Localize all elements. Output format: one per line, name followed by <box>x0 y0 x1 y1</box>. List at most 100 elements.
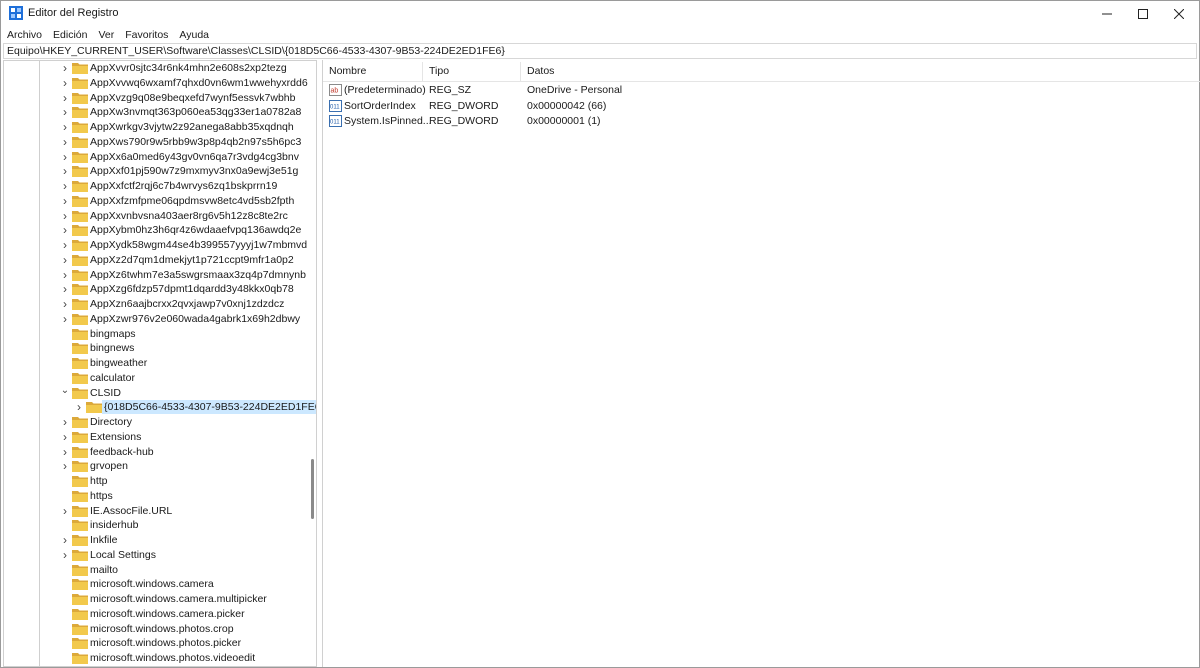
chevron-right-icon[interactable]: › <box>60 431 70 443</box>
folder-icon <box>72 299 88 310</box>
tree-item[interactable]: microsoft.windows.photos.picker <box>4 636 304 651</box>
tree-item[interactable]: › AppXxf01pj590w7z9mxmyv3nx0a9ewj3e51g <box>4 164 304 179</box>
chevron-right-icon[interactable]: › <box>60 269 70 281</box>
menu-ayuda[interactable]: Ayuda <box>179 29 209 41</box>
tree-item[interactable]: › AppXws790r9w5rbb9w3p8p4qb2n97s5h6pc3 <box>4 135 304 150</box>
tree-item[interactable]: bingnews <box>4 341 304 356</box>
tree-item[interactable]: › grvopen <box>4 459 304 474</box>
tree-item[interactable]: › {018D5C66-4533-4307-9B53-224DE2ED1FE6} <box>4 400 316 415</box>
folder-icon <box>72 431 88 443</box>
tree-item-label: microsoft.windows.photos.picker <box>90 637 242 650</box>
tree-item[interactable]: microsoft.windows.camera.picker <box>4 607 304 622</box>
tree-item[interactable]: › Inkfile <box>4 533 304 548</box>
folder-icon <box>72 343 88 355</box>
tree-item-label: AppXvvr0sjtc34r6nk4mhn2e608s2xp2tezg <box>90 62 287 74</box>
chevron-right-icon[interactable]: › <box>60 121 70 133</box>
tree-item[interactable]: › AppXz6twhm7e3a5swgrsmaax3zq4p7dmnynb <box>4 268 306 283</box>
chevron-right-icon[interactable]: › <box>60 106 70 118</box>
address-bar[interactable]: Equipo\HKEY_CURRENT_USER\Software\Classe… <box>3 43 1197 59</box>
column-separator[interactable] <box>422 62 423 82</box>
tree-item[interactable]: › feedback-hub <box>4 445 304 460</box>
column-data[interactable]: Datos <box>527 65 554 77</box>
tree-item[interactable]: › AppXvzg9q08e9beqxefd7wynf5essvk7wbhb <box>4 91 304 106</box>
title-bar[interactable]: Editor del Registro <box>1 1 1199 26</box>
tree-item[interactable]: › AppXxvnbvsna403aer8rg6v5h12z8c8te2rc <box>4 209 304 224</box>
close-button[interactable] <box>1156 1 1200 26</box>
tree-item[interactable]: insiderhub <box>4 518 304 533</box>
chevron-right-icon[interactable]: › <box>60 151 70 163</box>
chevron-right-icon[interactable]: › <box>60 180 70 192</box>
chevron-right-icon[interactable]: › <box>60 239 70 251</box>
tree-item[interactable]: calculator <box>4 371 304 386</box>
chevron-right-icon[interactable]: › <box>60 446 70 458</box>
tree-scrollbar[interactable] <box>311 459 314 519</box>
column-separator[interactable] <box>520 62 521 82</box>
tree-item-label: microsoft.windows.camera.multipicker <box>90 593 267 605</box>
chevron-right-icon[interactable]: › <box>60 549 70 561</box>
binary-value-icon: 011 <box>329 115 342 127</box>
chevron-right-icon[interactable]: › <box>60 165 70 177</box>
folder-icon <box>72 254 88 266</box>
key-tree-pane[interactable]: › AppXvvr0sjtc34r6nk4mhn2e608s2xp2tezg › Ap… <box>3 60 317 667</box>
tree-item[interactable]: › AppXzn6aajbcrxx2qvxjawp7v0xnj1zdzdcz <box>4 297 304 312</box>
tree-item[interactable]: › AppXvvr0sjtc34r6nk4mhn2e608s2xp2tezg <box>4 61 304 76</box>
column-name[interactable]: Nombre <box>329 65 366 77</box>
value-row[interactable]: ab (Predeterminado) REG_SZ OneDrive - Perso… <box>323 83 1200 98</box>
column-type[interactable]: Tipo <box>429 65 449 77</box>
menu-edicion[interactable]: Edición <box>53 29 87 41</box>
chevron-right-icon[interactable]: › <box>60 195 70 207</box>
tree-item[interactable]: mailto <box>4 563 304 578</box>
tree-item[interactable]: › IE.AssocFile.URL <box>4 504 304 519</box>
chevron-down-icon[interactable]: ⌄ <box>60 385 70 398</box>
chevron-right-icon[interactable]: › <box>60 534 70 546</box>
tree-item[interactable]: microsoft.windows.photos.crop <box>4 622 304 637</box>
tree-item[interactable]: › AppXx6a0med6y43gv0vn6qa7r3vdg4cg3bnv <box>4 150 304 165</box>
tree-item[interactable]: › AppXw3nvmqt363p060ea53qg33er1a0782a8 <box>4 105 304 120</box>
folder-icon <box>72 240 88 251</box>
tree-item[interactable]: › AppXzg6fdzp57dpmt1dqardd3y48kkx0qb78 <box>4 282 304 297</box>
tree-item[interactable]: › Directory <box>4 415 304 430</box>
window-title: Editor del Registro <box>28 7 119 19</box>
chevron-right-icon[interactable]: › <box>60 92 70 104</box>
tree-item[interactable]: › Extensions <box>4 430 304 445</box>
chevron-right-icon[interactable]: › <box>60 224 70 236</box>
menu-archivo[interactable]: Archivo <box>7 29 42 41</box>
tree-item-label: AppXxf01pj590w7z9mxmyv3nx0a9ewj3e51g <box>90 165 299 178</box>
chevron-right-icon[interactable]: › <box>60 298 70 310</box>
tree-item[interactable]: microsoft.windows.photos.videoedit <box>4 651 304 666</box>
chevron-right-icon[interactable]: › <box>60 254 70 266</box>
tree-item[interactable]: http <box>4 474 304 489</box>
value-type: REG_DWORD <box>429 99 499 112</box>
chevron-right-icon[interactable]: › <box>60 62 70 74</box>
tree-item[interactable]: › AppXxfzmfpme06qpdmsvw8etc4vd5sb2fpth <box>4 194 304 209</box>
tree-item[interactable]: › Local Settings <box>4 548 304 563</box>
chevron-right-icon[interactable]: › <box>60 460 70 472</box>
menu-favoritos[interactable]: Favoritos <box>125 29 168 41</box>
chevron-right-icon[interactable]: › <box>60 136 70 148</box>
value-row[interactable]: 011 SortOrderIndex REG_DWORD 0x00000042 (66… <box>323 99 1200 114</box>
tree-item[interactable]: › AppXwrkgv3vjytw2z92anega8abb35xqdnqh <box>4 120 304 135</box>
tree-item[interactable]: › AppXydk58wgm44se4b399557yyyj1w7mbmvd <box>4 238 307 253</box>
tree-item[interactable]: bingweather <box>4 356 304 371</box>
chevron-right-icon[interactable]: › <box>60 505 70 517</box>
chevron-right-icon[interactable]: › <box>60 210 70 222</box>
tree-item[interactable]: microsoft.windows.camera <box>4 577 304 592</box>
tree-item[interactable]: › AppXybm0hz3h6qr4z6wdaaefvpq136awdq2e <box>4 223 304 238</box>
folder-icon <box>72 107 88 119</box>
chevron-right-icon[interactable]: › <box>74 401 84 413</box>
tree-item[interactable]: › AppXvvwq6wxamf7qhxd0vn6wm1wwehyxrdd6 <box>4 76 308 91</box>
chevron-right-icon[interactable]: › <box>60 283 70 295</box>
value-row[interactable]: 011 System.IsPinned... REG_DWORD 0x00000001… <box>323 114 1200 129</box>
tree-item[interactable]: microsoft.windows.camera.multipicker <box>4 592 304 607</box>
chevron-right-icon[interactable]: › <box>60 416 70 428</box>
chevron-right-icon[interactable]: › <box>60 77 70 89</box>
value-name: System.IsPinned... <box>344 115 432 127</box>
tree-item[interactable]: ⌄ CLSID <box>4 385 304 401</box>
chevron-right-icon[interactable]: › <box>60 313 70 325</box>
tree-item[interactable]: bingmaps <box>4 327 304 342</box>
menu-ver[interactable]: Ver <box>98 29 114 41</box>
tree-item[interactable]: › AppXz2d7qm1dmekjyt1p721ccpt9mfr1a0p2 <box>4 253 304 268</box>
tree-item[interactable]: › AppXxfctf2rqj6c7b4wrvys6zq1bskprrn19 <box>4 179 304 194</box>
tree-item[interactable]: › AppXzwr976v2e060wada4gabrk1x69h2dbwy <box>4 312 304 327</box>
tree-item[interactable]: https <box>4 489 304 504</box>
